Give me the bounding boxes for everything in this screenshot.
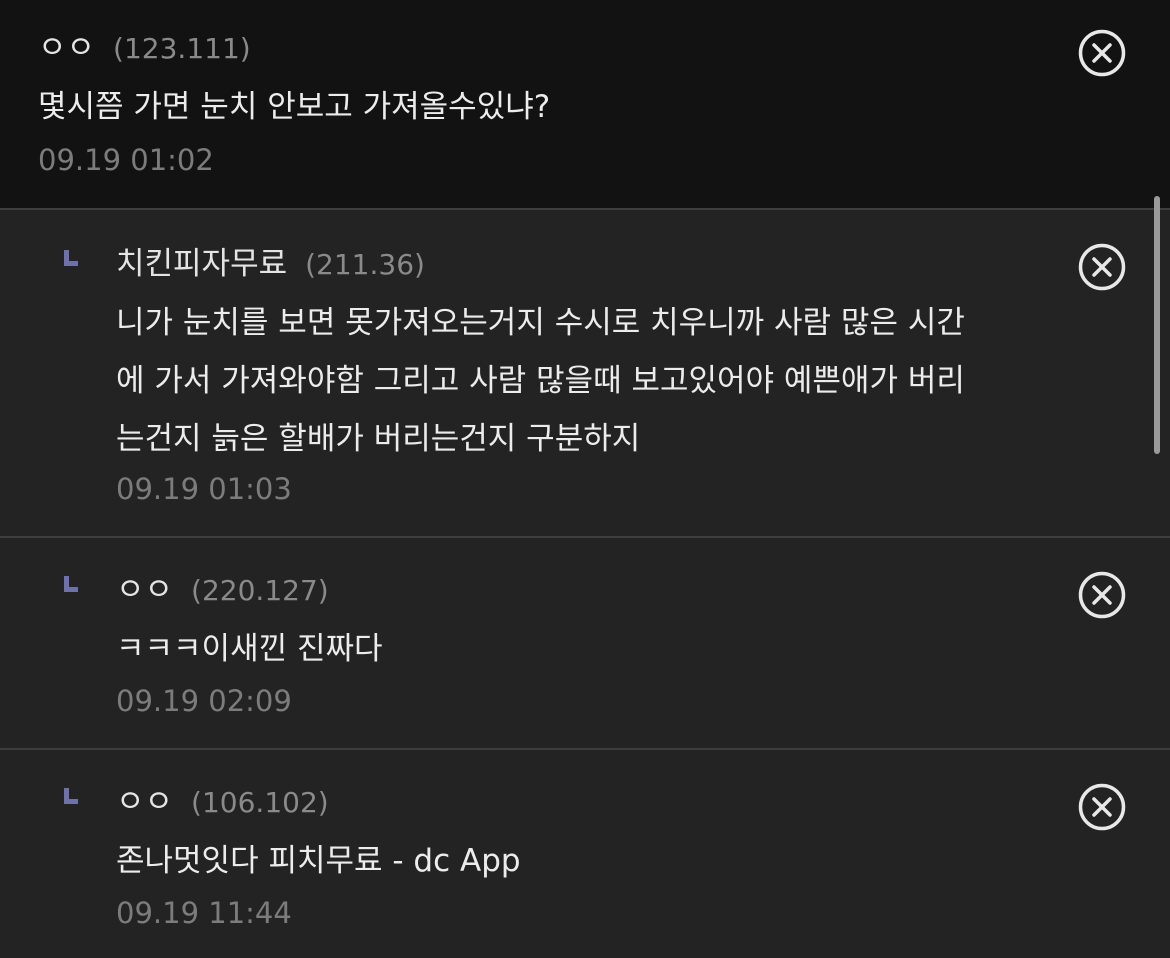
comment-text: 존나멋잇다 피치무료 - dc App [116,832,521,890]
comment-text: ㅋㅋㅋ이새낀 진짜다 [116,620,383,678]
delete-comment-button[interactable] [1077,28,1127,78]
delete-comment-button[interactable] [1077,242,1127,292]
comment-ip: (123.111) [113,32,251,65]
comment-text-line: 는건지 늙은 할배가 버리는건지 구분하지 [116,421,641,457]
comment-nickname[interactable]: 치킨피자무료 [116,238,287,283]
comment-text-line: 니가 눈치를 보면 못가져오는거지 수시로 치우니까 사람 많은 시간 [116,305,965,341]
comment-ip: (211.36) [305,248,425,281]
reply-arrow-icon [64,250,78,266]
comment-text-line: 몇시쯤 가면 눈치 안보고 가져올수있냐? [38,89,551,125]
comment-text-line: ㅋㅋㅋ이새낀 진짜다 [116,631,383,667]
comment-timestamp: 09.19 11:44 [116,896,292,930]
reply-item: ㅇㅇ (106.102) 존나멋잇다 피치무료 - dc App 09.19 1… [0,748,1170,958]
comment-timestamp: 09.19 01:02 [38,143,214,177]
comment-text: 몇시쯤 가면 눈치 안보고 가져올수있냐? [38,78,550,136]
reply-item: 치킨피자무료 (211.36) 니가 눈치를 보면 못가져오는거지 수시로 치우… [0,208,1170,536]
close-circle-icon [1078,243,1126,291]
comment-text-line: 존나멋잇다 피치무료 - dc App [116,843,521,879]
comment-header: 치킨피자무료 (211.36) [116,238,425,283]
comment-nickname[interactable]: ㅇㅇ [38,22,95,67]
comment-nickname[interactable]: ㅇㅇ [116,776,173,821]
comment-text-line: 에 가서 가져와야함 그리고 사람 많을때 보고있어야 예쁜애가 버리 [116,363,965,399]
close-circle-icon [1078,571,1126,619]
scrollbar[interactable] [1154,196,1160,454]
comment-list: ㅇㅇ (123.111) 몇시쯤 가면 눈치 안보고 가져올수있냐? 09.19… [0,0,1170,958]
comment-nickname[interactable]: ㅇㅇ [116,564,173,609]
comment-header: ㅇㅇ (106.102) [116,776,329,821]
comment-item: ㅇㅇ (123.111) 몇시쯤 가면 눈치 안보고 가져올수있냐? 09.19… [0,0,1170,208]
close-circle-icon [1078,783,1126,831]
comment-header: ㅇㅇ (220.127) [116,564,329,609]
comment-ip: (106.102) [191,786,329,819]
comment-timestamp: 09.19 01:03 [116,472,292,506]
comment-ip: (220.127) [191,574,329,607]
comment-text: 니가 눈치를 보면 못가져오는거지 수시로 치우니까 사람 많은 시간 에 가서… [116,294,965,468]
comment-timestamp: 09.19 02:09 [116,684,292,718]
reply-item: ㅇㅇ (220.127) ㅋㅋㅋ이새낀 진짜다 09.19 02:09 [0,536,1170,748]
comment-header: ㅇㅇ (123.111) [38,22,251,67]
reply-arrow-icon [64,576,78,592]
reply-arrow-icon [64,788,78,804]
delete-comment-button[interactable] [1077,570,1127,620]
delete-comment-button[interactable] [1077,782,1127,832]
close-circle-icon [1078,29,1126,77]
